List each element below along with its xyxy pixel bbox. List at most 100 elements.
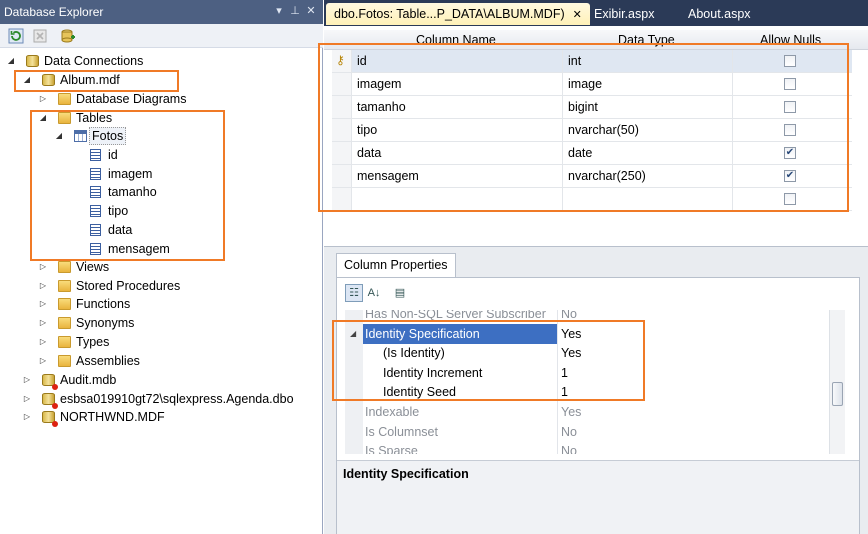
collapse-arrow-icon[interactable]: ◢ (38, 109, 48, 127)
dropdown-icon[interactable]: ▾ (272, 4, 286, 18)
designer-row[interactable]: data date ✔ (332, 142, 852, 165)
collapse-arrow-icon[interactable]: ◢ (6, 52, 16, 70)
allow-nulls-checkbox[interactable] (784, 101, 796, 113)
data-type-cell[interactable]: nvarchar(50) (568, 123, 639, 137)
expand-arrow-icon[interactable]: ▷ (38, 314, 48, 332)
collapse-arrow-icon[interactable]: ◢ (22, 71, 32, 89)
expand-arrow-icon[interactable]: ▷ (38, 352, 48, 370)
property-row[interactable]: ◢ Identity Specification Yes (345, 323, 845, 344)
designer-row[interactable]: ⚷ id int (332, 50, 852, 73)
allow-nulls-checkbox[interactable] (784, 55, 796, 67)
designer-row[interactable]: tamanho bigint (332, 96, 852, 119)
expand-arrow-icon[interactable]: ▷ (22, 408, 32, 426)
tree-item-tables[interactable]: ◢ Tables (0, 109, 320, 127)
tree-item-connection[interactable]: ▷ Audit.mdb (0, 371, 320, 390)
property-value[interactable]: Yes (561, 346, 581, 360)
allow-nulls-checkbox[interactable] (784, 78, 796, 90)
expand-arrow-icon[interactable]: ▷ (22, 390, 32, 408)
property-value[interactable]: 1 (561, 385, 568, 399)
tree-item-database-diagrams[interactable]: ▷ Database Diagrams (0, 90, 320, 108)
vertical-scrollbar[interactable] (829, 310, 845, 454)
collapse-arrow-icon[interactable]: ◢ (350, 329, 356, 338)
column-name-cell[interactable]: data (357, 146, 381, 160)
property-value[interactable]: No (561, 310, 577, 321)
tree-item-folder[interactable]: ▷ Functions (0, 295, 320, 313)
tree-item-column[interactable]: tamanho (0, 183, 320, 201)
property-value[interactable]: Yes (561, 405, 581, 419)
allow-nulls-checkbox[interactable] (784, 124, 796, 136)
tree-item-album-mdf[interactable]: ◢ Album.mdf (0, 71, 320, 89)
column-name-cell[interactable]: imagem (357, 77, 401, 91)
pin-icon[interactable]: ⊥ (288, 4, 302, 18)
tab-about[interactable]: About.aspx (680, 3, 759, 25)
property-value[interactable]: No (561, 425, 577, 439)
tab-column-properties[interactable]: Column Properties (336, 253, 456, 277)
close-tab-icon[interactable]: ✕ (573, 9, 582, 21)
data-type-cell[interactable]: bigint (568, 100, 598, 114)
property-row[interactable]: Indexable Yes (345, 402, 845, 422)
property-row[interactable]: Is Sparse No (345, 441, 845, 454)
data-type-cell[interactable]: nvarchar(250) (568, 169, 646, 183)
row-selector[interactable] (332, 73, 352, 95)
row-selector[interactable] (332, 188, 352, 210)
column-name-cell[interactable]: tamanho (357, 100, 406, 114)
data-type-cell[interactable]: int (568, 54, 581, 68)
scrollbar-thumb[interactable] (832, 382, 843, 406)
tree-item-connection[interactable]: ▷ esbsa019910gt72\sqlexpress.Agenda.dbo (0, 390, 320, 409)
property-pages-icon[interactable]: ▤ (391, 284, 409, 302)
designer-row[interactable]: mensagem nvarchar(250) ✔ (332, 165, 852, 188)
column-name-cell[interactable]: id (357, 54, 367, 68)
column-name-cell[interactable]: mensagem (357, 169, 419, 183)
expand-arrow-icon[interactable]: ▷ (38, 295, 48, 313)
stop-icon[interactable] (32, 28, 48, 44)
expand-arrow-icon[interactable]: ▷ (38, 277, 48, 295)
row-selector[interactable] (332, 165, 352, 187)
column-name-cell[interactable]: tipo (357, 123, 377, 137)
tree-item-column[interactable]: data (0, 221, 320, 239)
tree-item-column[interactable]: tipo (0, 202, 320, 220)
property-value[interactable]: No (561, 444, 577, 454)
designer-row[interactable]: imagem image (332, 73, 852, 96)
connect-to-database-icon[interactable] (60, 28, 76, 44)
property-row[interactable]: Is Columnset No (345, 421, 845, 442)
row-selector[interactable] (332, 119, 352, 141)
tree-item-column[interactable]: id (0, 146, 320, 164)
allow-nulls-checkbox[interactable]: ✔ (784, 147, 796, 159)
property-row[interactable]: (Is Identity) Yes (345, 343, 845, 364)
row-selector[interactable]: ⚷ (332, 50, 352, 72)
tab-exibir[interactable]: Exibir.aspx (586, 3, 662, 25)
refresh-icon[interactable] (8, 28, 24, 44)
close-icon[interactable]: ✕ (304, 4, 318, 18)
tree-item-connection[interactable]: ▷ NORTHWND.MDF (0, 408, 320, 428)
property-row[interactable]: Identity Seed 1 (345, 382, 845, 403)
property-value[interactable]: 1 (561, 366, 568, 380)
expand-arrow-icon[interactable]: ▷ (38, 333, 48, 351)
tab-fotos-table[interactable]: dbo.Fotos: Table...P_DATA\ALBUM.MDF) ✕ (326, 3, 590, 25)
tree-item-column[interactable]: imagem (0, 165, 320, 183)
allow-nulls-checkbox[interactable]: ✔ (784, 170, 796, 182)
expand-arrow-icon[interactable]: ▷ (22, 371, 32, 389)
data-type-cell[interactable]: image (568, 77, 602, 91)
tree-item-data-connections[interactable]: ◢ Data Connections (0, 52, 320, 70)
collapse-arrow-icon[interactable]: ◢ (54, 127, 64, 145)
tree-item-fotos[interactable]: ◢ Fotos (0, 127, 320, 145)
allow-nulls-checkbox[interactable] (784, 193, 796, 205)
row-selector[interactable] (332, 142, 352, 164)
expand-arrow-icon[interactable]: ▷ (38, 90, 48, 108)
tree-item-folder[interactable]: ▷ Assemblies (0, 352, 320, 370)
property-value[interactable]: Yes (561, 327, 581, 341)
expand-arrow-icon[interactable]: ▷ (38, 258, 48, 276)
tree-item-folder[interactable]: ▷ Synonyms (0, 314, 320, 332)
categorized-icon[interactable]: ☷ (345, 284, 363, 302)
designer-row[interactable]: tipo nvarchar(50) (332, 119, 852, 142)
designer-row[interactable] (332, 188, 852, 211)
property-row[interactable]: Has Non-SQL Server Subscriber No (345, 310, 845, 324)
property-row[interactable]: Identity Increment 1 (345, 362, 845, 383)
alphabetical-sort-icon[interactable]: A↓ (365, 284, 383, 302)
row-selector[interactable] (332, 96, 352, 118)
tree-item-folder[interactable]: ▷ Views (0, 258, 320, 276)
tree-item-folder[interactable]: ▷ Types (0, 333, 320, 351)
data-type-cell[interactable]: date (568, 146, 592, 160)
tree-item-folder[interactable]: ▷ Stored Procedures (0, 277, 320, 295)
tree-item-column[interactable]: mensagem (0, 240, 320, 258)
